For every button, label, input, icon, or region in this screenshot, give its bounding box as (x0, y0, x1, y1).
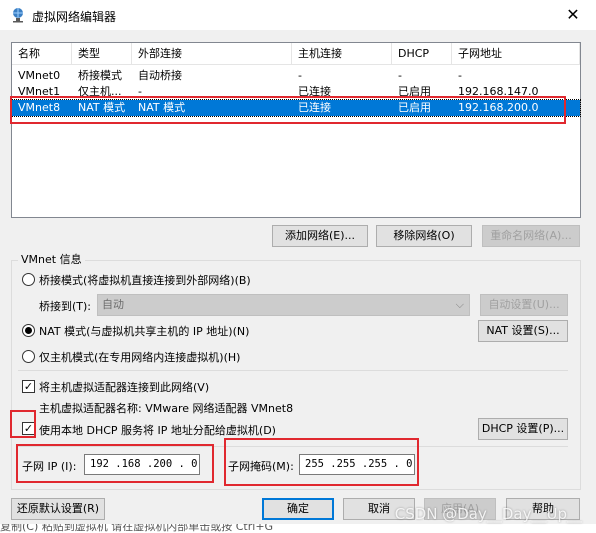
column-header-type[interactable]: 类型 (72, 43, 132, 65)
cell-external: NAT 模式 (138, 101, 186, 114)
connect-adapter-label[interactable]: 将主机虚拟适配器连接到此网络(V) (39, 379, 209, 395)
table-row-selected[interactable]: VMnet8 NAT 模式 NAT 模式 已连接 已启用 192.168.200… (11, 99, 581, 117)
subnet-ip-label: 子网 IP (I): (22, 460, 77, 473)
title-bar: 虚拟网络编辑器 ✕ (0, 0, 596, 30)
table-row[interactable]: VMnet1 仅主机... - 已连接 已启用 192.168.147.0 (12, 84, 580, 100)
bridged-mode-label[interactable]: 桥接模式(将虚拟机直接连接到外部网络)(B) (39, 272, 251, 288)
column-header-name[interactable]: 名称 (12, 43, 72, 65)
bridged-to-value: 自动 (102, 298, 124, 311)
subnet-mask-input[interactable]: 255 .255 .255 . 0 (299, 454, 415, 475)
use-dhcp-checkbox[interactable]: ✓ (22, 422, 35, 435)
close-icon: ✕ (566, 5, 580, 24)
cell-subnet: 192.168.200.0 (458, 101, 539, 114)
background-window-strip: 复制(C) 粘贴到虚拟机 请在虚拟机内部单击或按 Ctrl+G (0, 524, 596, 533)
rename-network-button[interactable]: 重命名网络(A)... (482, 225, 580, 247)
cell-name: VMnet1 (18, 85, 61, 98)
host-only-mode-label[interactable]: 仅主机模式(在专用网络内连接虚拟机)(H) (39, 349, 240, 365)
divider (18, 370, 568, 371)
column-header-external[interactable]: 外部连接 (132, 43, 292, 65)
column-header-dhcp[interactable]: DHCP (392, 43, 452, 65)
bridged-to-select[interactable]: 自动 ⌵ (97, 294, 470, 316)
background-window-text: 复制(C) 粘贴到虚拟机 请在虚拟机内部单击或按 Ctrl+G (0, 524, 274, 533)
ok-button[interactable]: 确定 (262, 498, 334, 520)
nat-mode-radio[interactable] (22, 324, 35, 337)
subnet-mask-label: 子网掩码(M): (228, 460, 294, 473)
cell-type: 桥接模式 (78, 69, 122, 82)
cell-external: - (138, 85, 142, 98)
subnet-ip-input[interactable]: 192 .168 .200 . 0 (84, 454, 200, 475)
nat-settings-button[interactable]: NAT 设置(S)... (478, 320, 568, 342)
window-title: 虚拟网络编辑器 (32, 10, 117, 24)
adapter-name-label: 主机虚拟适配器名称: VMware 网络适配器 VMnet8 (39, 402, 294, 415)
close-button[interactable]: ✕ (550, 0, 596, 30)
cell-external: 自动桥接 (138, 69, 182, 82)
column-header-host[interactable]: 主机连接 (292, 43, 392, 65)
cell-subnet: 192.168.147.0 (458, 85, 539, 98)
table-row[interactable]: VMnet0 桥接模式 自动桥接 - - - (12, 68, 580, 84)
cell-host: 已连接 (298, 85, 331, 98)
cell-dhcp: 已启用 (398, 101, 431, 114)
vmnet-info-label: VMnet 信息 (18, 251, 85, 267)
check-icon: ✓ (23, 380, 34, 393)
divider (18, 446, 568, 447)
add-network-button[interactable]: 添加网络(E)... (272, 225, 368, 247)
cell-name: VMnet8 (18, 101, 61, 114)
use-dhcp-label[interactable]: 使用本地 DHCP 服务将 IP 地址分配给虚拟机(D) (39, 422, 276, 438)
chevron-down-icon: ⌵ (455, 298, 464, 311)
cell-dhcp: - (398, 69, 402, 82)
cell-host: 已连接 (298, 101, 331, 114)
network-list[interactable]: 名称 类型 外部连接 主机连接 DHCP 子网地址 VMnet0 桥接模式 自动… (11, 42, 581, 218)
cell-host: - (298, 69, 302, 82)
list-header: 名称 类型 外部连接 主机连接 DHCP 子网地址 (12, 43, 580, 65)
connect-adapter-checkbox[interactable]: ✓ (22, 380, 35, 393)
remove-network-button[interactable]: 移除网络(O) (376, 225, 472, 247)
network-globe-icon (13, 8, 23, 23)
bridged-to-label: 桥接到(T): (39, 300, 92, 313)
cell-type: NAT 模式 (78, 101, 126, 114)
cell-name: VMnet0 (18, 69, 61, 82)
column-header-subnet[interactable]: 子网地址 (452, 43, 580, 65)
nat-mode-label[interactable]: NAT 模式(与虚拟机共享主机的 IP 地址)(N) (39, 323, 249, 339)
host-only-mode-radio[interactable] (22, 350, 35, 363)
dhcp-settings-button[interactable]: DHCP 设置(P)... (478, 418, 568, 440)
restore-defaults-button[interactable]: 还原默认设置(R) (11, 498, 105, 520)
check-icon: ✓ (23, 422, 34, 435)
cell-subnet: - (458, 69, 462, 82)
cell-dhcp: 已启用 (398, 85, 431, 98)
bridged-mode-radio[interactable] (22, 273, 35, 286)
auto-settings-button[interactable]: 自动设置(U)... (480, 294, 568, 316)
watermark: CSDN @Day__Day__Up__ (394, 505, 582, 523)
cell-type: 仅主机... (78, 85, 122, 98)
